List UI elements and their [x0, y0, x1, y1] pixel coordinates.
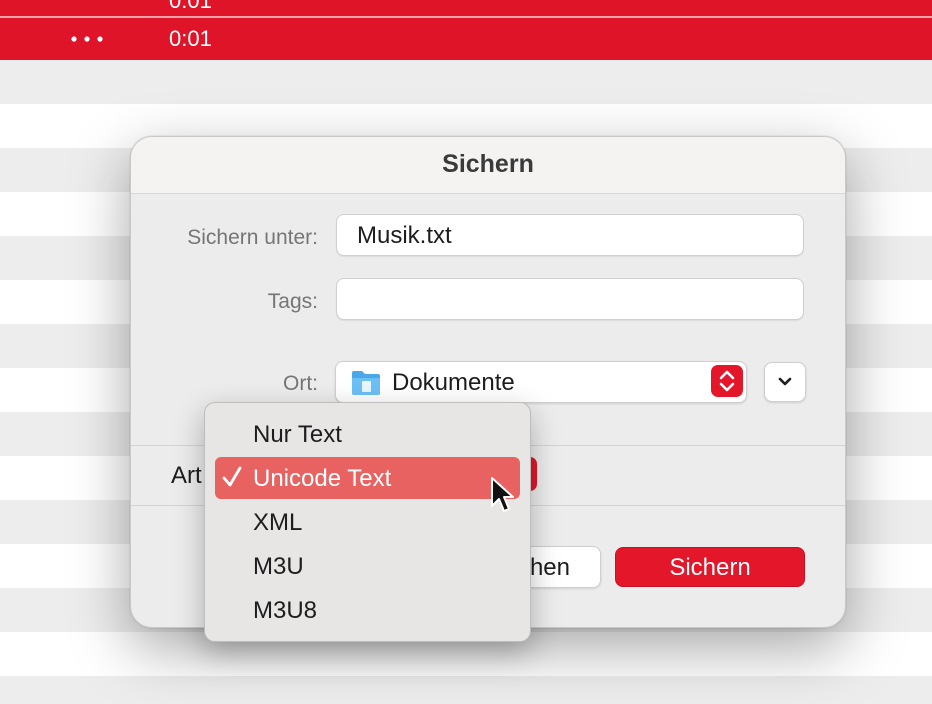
format-label: Art: [171, 462, 202, 489]
tags-label: Tags:: [267, 290, 318, 313]
popup-stepper-icon: [711, 365, 743, 397]
menu-item-m3u8[interactable]: M3U8: [215, 589, 520, 631]
dialog-title: Sichern: [442, 150, 534, 178]
menu-item-label: XML: [253, 509, 303, 536]
save-as-input[interactable]: Musik.txt: [336, 214, 804, 256]
menu-item-m3u[interactable]: M3U: [215, 545, 520, 587]
menu-item-label: M3U8: [253, 597, 318, 624]
cancel-button-label: hen: [529, 554, 570, 581]
tags-input[interactable]: [336, 278, 804, 320]
location-label: Ort:: [283, 372, 318, 395]
menu-item-xml[interactable]: XML: [215, 501, 520, 543]
menu-item-label: Unicode Text: [253, 465, 392, 492]
location-popup[interactable]: Dokumente: [335, 361, 747, 403]
save-as-label: Sichern unter:: [187, 226, 318, 249]
track-row-selected[interactable]: 0:01: [0, 18, 932, 60]
save-button-label: Sichern: [669, 554, 751, 581]
expand-browser-button[interactable]: [764, 362, 806, 402]
save-as-value: Musik.txt: [357, 222, 452, 249]
checkmark-icon: [221, 464, 243, 496]
track-duration: 0:01: [169, 26, 212, 51]
track-row[interactable]: 0:01: [0, 0, 932, 16]
dialog-title-bar: Sichern: [131, 137, 845, 194]
menu-item-label: Nur Text: [253, 421, 342, 448]
folder-icon: [350, 368, 382, 401]
save-button[interactable]: Sichern: [615, 547, 805, 587]
menu-item-label: M3U: [253, 553, 304, 580]
mouse-pointer-icon: [490, 476, 516, 521]
location-value: Dokumente: [392, 369, 515, 396]
menu-item-nur-text[interactable]: Nur Text: [215, 413, 520, 455]
menu-item-unicode-text[interactable]: Unicode Text: [215, 457, 520, 499]
chevron-down-icon: [775, 372, 795, 397]
format-menu: Nur Text Unicode Text XML M3U M3U8: [204, 402, 531, 642]
more-icon[interactable]: [70, 24, 104, 60]
track-duration: 0:01: [169, 0, 212, 13]
